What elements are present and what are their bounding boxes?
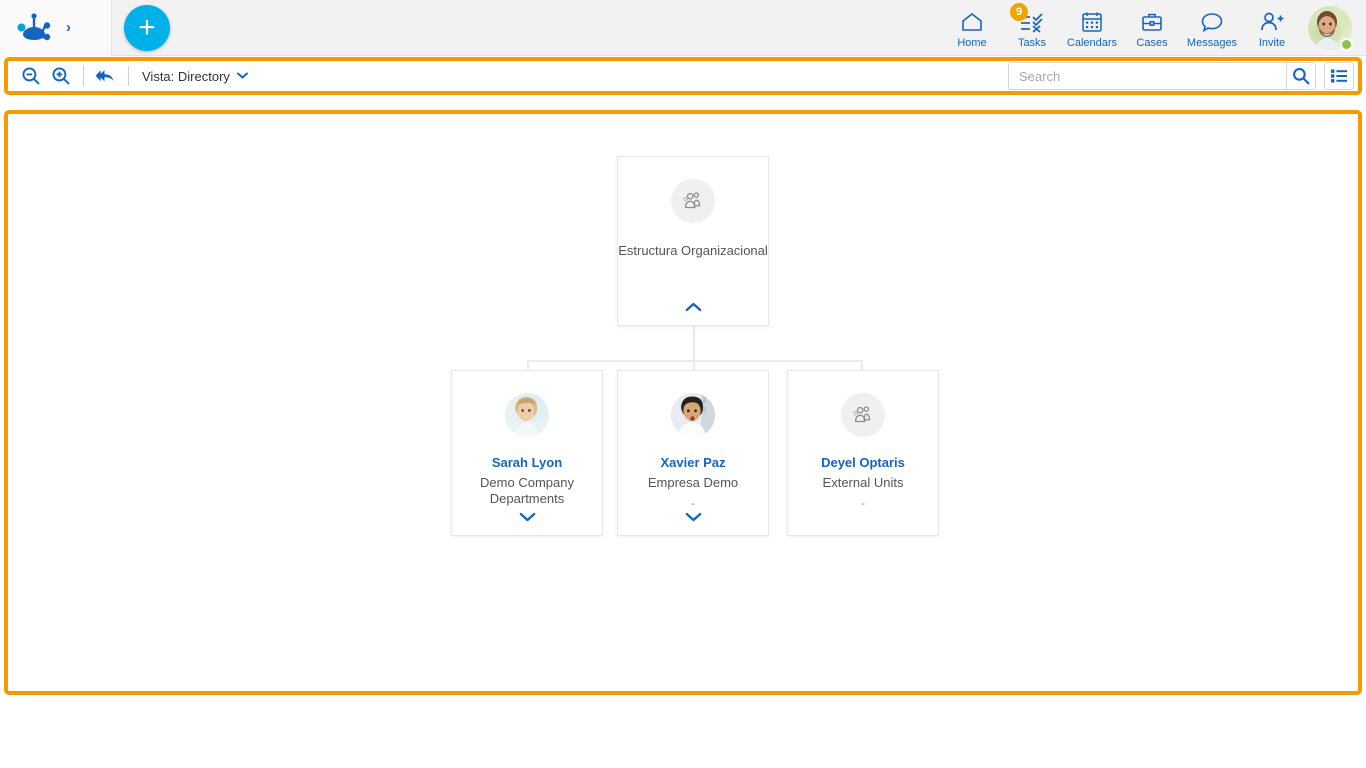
nav-item-messages[interactable]: Messages: [1182, 0, 1242, 56]
org-node-sarah-lyon[interactable]: Sarah Lyon Demo Company Departments -: [451, 370, 603, 536]
calendar-icon: [1080, 10, 1104, 34]
nav-item-calendars[interactable]: Calendars: [1062, 0, 1122, 56]
nav-label-messages: Messages: [1187, 37, 1237, 49]
expand-chevron-down-icon[interactable]: [452, 511, 602, 525]
zoom-in-icon[interactable]: [48, 63, 74, 89]
zoom-out-icon[interactable]: [18, 63, 44, 89]
toolbar-divider-1: [83, 66, 84, 86]
chart-toolbar: Vista: Directory: [4, 57, 1362, 95]
nav-item-cases[interactable]: Cases: [1122, 0, 1182, 56]
org-node-unit: External Units: [823, 475, 904, 491]
top-header-bar: › + Home 9 Tas: [0, 0, 1366, 56]
org-node-dash: -: [861, 499, 865, 509]
org-node-root[interactable]: Estructura Organizacional: [617, 156, 769, 326]
org-node-unit: Empresa Demo: [648, 475, 738, 491]
nav-label-calendars: Calendars: [1067, 37, 1117, 49]
collapse-chevron-up-icon[interactable]: [618, 301, 768, 315]
org-chart: Estructura Organizacional: [8, 114, 1358, 691]
nav-label-invite: Invite: [1259, 37, 1285, 49]
chat-icon: [1200, 10, 1224, 34]
search-box: [1008, 62, 1286, 90]
org-node-root-label: Estructura Organizacional: [618, 243, 768, 259]
org-node-unit: Demo Company Departments: [452, 475, 602, 507]
connector-horizontal-bar: [527, 360, 863, 362]
tasks-badge: 9: [1010, 3, 1028, 21]
connector-root-vertical: [693, 325, 695, 362]
search-input[interactable]: [1009, 63, 1286, 89]
undo-double-arrow-icon[interactable]: [93, 63, 119, 89]
view-selector-label: Vista: Directory: [142, 69, 230, 84]
org-node-name[interactable]: Deyel Optaris: [821, 455, 905, 471]
group-icon: [841, 393, 885, 437]
avatar[interactable]: [1302, 0, 1358, 56]
org-node-dash: -: [691, 499, 695, 509]
avatar: [505, 393, 549, 437]
home-icon: [960, 10, 984, 34]
view-selector[interactable]: Vista: Directory: [142, 69, 248, 84]
org-chart-canvas[interactable]: Estructura Organizacional: [4, 110, 1362, 695]
org-node-xavier-paz[interactable]: Xavier Paz Empresa Demo -: [617, 370, 769, 536]
header-nav: Home 9 Tasks: [942, 0, 1366, 56]
add-button[interactable]: +: [124, 5, 170, 51]
splat-logo[interactable]: [12, 13, 56, 43]
avatar: [671, 393, 715, 437]
sidebar-expand-icon[interactable]: ›: [66, 19, 71, 36]
org-node-name[interactable]: Sarah Lyon: [492, 455, 562, 471]
search-button[interactable]: [1286, 62, 1316, 90]
expand-chevron-down-icon[interactable]: [618, 511, 768, 525]
nav-label-cases: Cases: [1136, 37, 1167, 49]
search-zone: [1008, 62, 1358, 90]
nav-item-tasks[interactable]: 9 Tasks: [1002, 0, 1062, 56]
nav-label-tasks: Tasks: [1018, 37, 1046, 49]
org-node-deyel-optaris[interactable]: Deyel Optaris External Units -: [787, 370, 939, 536]
org-node-name[interactable]: Xavier Paz: [660, 455, 725, 471]
briefcase-icon: [1140, 10, 1164, 34]
chevron-down-icon: [237, 70, 248, 82]
nav-item-home[interactable]: Home: [942, 0, 1002, 56]
toolbar-divider-2: [128, 66, 129, 86]
nav-item-invite[interactable]: Invite: [1242, 0, 1302, 56]
group-icon: [671, 179, 715, 223]
nav-label-home: Home: [957, 37, 986, 49]
list-view-button[interactable]: [1324, 62, 1354, 90]
status-badge: [1340, 38, 1353, 51]
logo-zone: ›: [0, 0, 112, 56]
user-plus-icon: [1259, 10, 1285, 34]
